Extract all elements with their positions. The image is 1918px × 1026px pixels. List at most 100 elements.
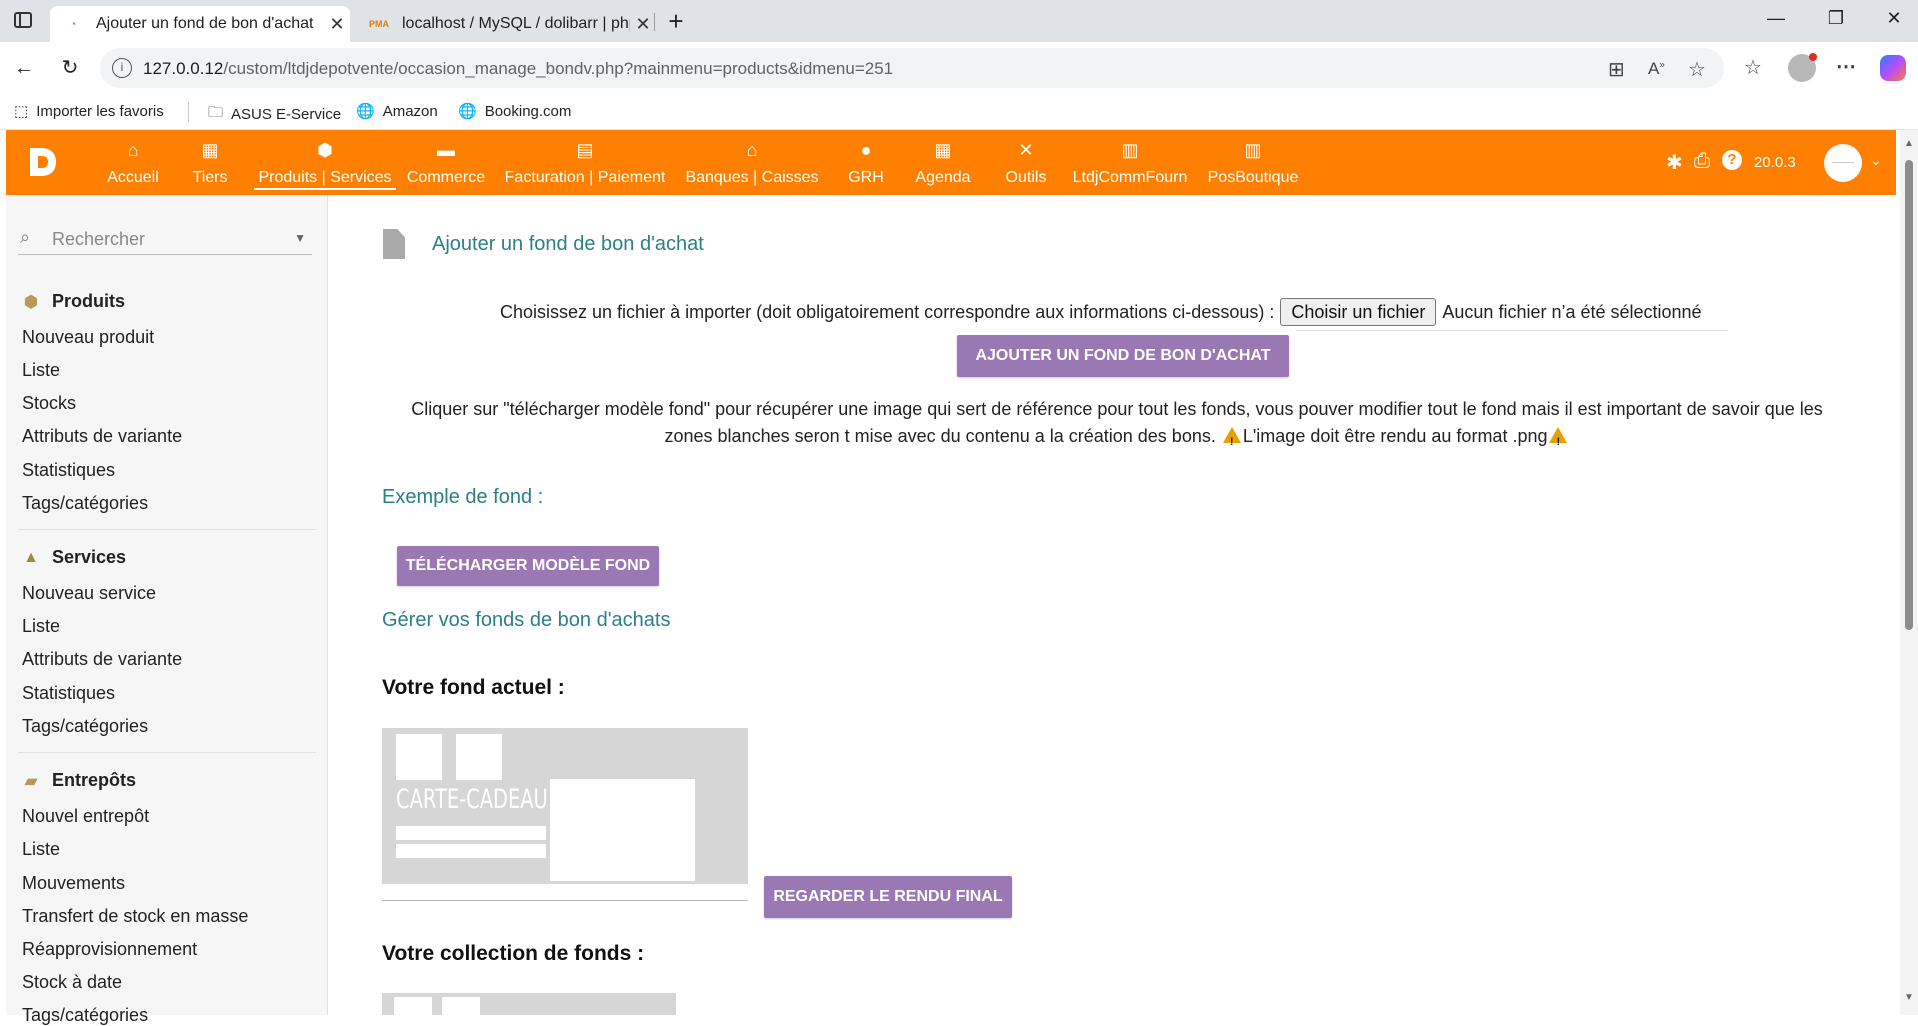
sidebar-item-transfert-stock[interactable]: Transfert de stock en masse [22, 906, 248, 927]
menu-grh[interactable]: ● GRH [840, 130, 892, 195]
scroll-down-icon[interactable]: ▼ [1904, 992, 1914, 1003]
add-background-button[interactable]: AJOUTER UN FOND DE BON D'ACHAT [957, 335, 1289, 377]
menu-agenda[interactable]: ▦ Agenda [910, 130, 976, 195]
url-bar[interactable]: i 127.0.0.12/custom/ltdjdepotvente/occas… [100, 48, 1724, 88]
sidebar-item-mouvements[interactable]: Mouvements [22, 873, 125, 894]
no-file-label: Aucun fichier n’a été sélectionné [1442, 301, 1702, 322]
sidebar-item-tags-entrepots[interactable]: Tags/catégories [22, 1005, 148, 1026]
menu-facturation[interactable]: ▤ Facturation | Paiement [500, 130, 670, 195]
menu-commerce[interactable]: ▬ Commerce [406, 130, 486, 195]
menu-tiers[interactable]: ▦ Tiers [182, 130, 238, 195]
sidebar-item-liste-produits[interactable]: Liste [22, 360, 60, 381]
sidebar-item-nouveau-produit[interactable]: Nouveau produit [22, 327, 154, 348]
restore-icon[interactable]: ❐ [1806, 8, 1866, 34]
app-available-icon[interactable]: ⊞ [1608, 57, 1625, 82]
user-avatar[interactable] [1824, 144, 1862, 182]
url-text[interactable]: 127.0.0.12/custom/ltdjdepotvente/occasio… [143, 59, 893, 79]
favorite-booking[interactable]: 🌐 Booking.com [458, 102, 571, 121]
close-tab-icon[interactable]: ✕ [630, 14, 656, 35]
sidebar-item-statistiques[interactable]: Statistiques [22, 460, 115, 481]
sidebar-item-statistiques-services[interactable]: Statistiques [22, 683, 115, 704]
choose-file-button[interactable]: Choisir un fichier [1280, 298, 1437, 326]
collection-background-preview[interactable] [382, 993, 676, 1015]
sidebar-item-nouvel-entrepot[interactable]: Nouvel entrepôt [22, 806, 149, 827]
voucher-white-zone [396, 844, 546, 858]
menu-accueil[interactable]: ⌂ Accueil [94, 130, 172, 195]
view-final-render-button[interactable]: REGARDER LE RENDU FINAL [764, 876, 1012, 918]
tab-current[interactable]: ◔ Ajouter un fond de bon d'achat ✕ [50, 6, 350, 42]
sidebar-item-attributs-variante-services[interactable]: Attributs de variante [22, 649, 182, 670]
bug-icon[interactable]: ✱ [1666, 150, 1683, 175]
site-info-icon[interactable]: i [112, 58, 132, 78]
page-scrollbar[interactable]: ▲ ▼ [1900, 130, 1918, 1015]
sidebar-item-attributs-variante[interactable]: Attributs de variante [22, 426, 182, 447]
search-icon: ⌕ [20, 227, 31, 247]
voucher-white-zone [456, 734, 502, 780]
close-tab-icon[interactable]: ✕ [324, 14, 350, 35]
current-background-preview[interactable]: CARTE-CADEAU [382, 728, 748, 884]
manage-backgrounds-link[interactable]: Gérer vos fonds de bon d'achats [382, 609, 670, 632]
minimize-icon[interactable]: — [1746, 8, 1806, 34]
sidebar-item-tags-services[interactable]: Tags/catégories [22, 716, 148, 737]
boxes-icon: ▰ [24, 772, 38, 790]
close-window-icon[interactable]: ✕ [1864, 8, 1918, 34]
address-toolbar: ← ↻ i 127.0.0.12/custom/ltdjdepotvente/o… [0, 42, 1918, 94]
import-favorites-link[interactable]: ⬚ Importer les favoris [14, 102, 164, 121]
chevron-down-icon[interactable]: ⌄ [1870, 152, 1882, 169]
user-tie-icon: ● [860, 140, 872, 160]
voucher-white-zone [396, 734, 442, 780]
sidebar-section-entrepots[interactable]: ▰ Entrepôts [22, 770, 136, 791]
cash-register-icon: ▥ [1244, 140, 1262, 160]
tab-actions-icon[interactable] [14, 12, 32, 28]
reload-icon[interactable]: ↻ [54, 52, 86, 84]
menu-produits-services[interactable]: ⬢ Produits | Services [254, 130, 396, 195]
favorite-star-icon[interactable]: ☆ [1688, 57, 1706, 82]
help-icon[interactable]: ? [1722, 150, 1742, 170]
sidebar-item-stock-a-date[interactable]: Stock à date [22, 972, 122, 993]
tools-icon: ✕ [1018, 140, 1034, 160]
menu-outils[interactable]: ✕ Outils [998, 130, 1054, 195]
new-tab-icon[interactable]: + [660, 6, 692, 36]
import-label: Choisissez un fichier à importer (doit o… [500, 301, 1275, 322]
folder-icon: 🗀 [208, 104, 224, 121]
tab-phpmyadmin[interactable]: PMA localhost / MySQL / dolibarr | php ✕ [356, 6, 656, 42]
menu-banques[interactable]: ⌂ Banques | Caisses [680, 130, 824, 195]
profile-avatar-icon[interactable] [1788, 53, 1817, 82]
sidebar-section-services[interactable]: ▲ Services [22, 547, 126, 568]
sidebar-section-produits[interactable]: ⬢ Produits [22, 291, 125, 312]
invoice-icon: ▤ [576, 140, 594, 160]
copilot-icon[interactable] [1880, 55, 1906, 81]
favorite-asus[interactable]: 🗀 ASUS E-Service [208, 102, 341, 127]
favorite-amazon[interactable]: 🌐 Amazon [356, 102, 438, 121]
sidebar-item-reapprovisionnement[interactable]: Réapprovisionnement [22, 939, 197, 960]
back-icon[interactable]: ← [8, 52, 40, 84]
dropdown-caret-icon[interactable]: ▼ [294, 231, 306, 245]
menu-ltdjcommfourn[interactable]: ▥ LtdjCommFourn [1070, 130, 1190, 195]
print-icon[interactable]: ⎙ [1694, 150, 1710, 173]
menu-posboutique[interactable]: ▥ PosBoutique [1204, 130, 1302, 195]
cube-icon: ⬢ [317, 140, 333, 160]
scrollbar-thumb[interactable] [1905, 160, 1913, 630]
sidebar-item-liste-services[interactable]: Liste [22, 616, 60, 637]
preview-divider [382, 900, 748, 901]
download-template-button[interactable]: TÉLÉCHARGER MODÈLE FOND [397, 546, 659, 586]
home-icon: ⌂ [127, 140, 139, 160]
sidebar-item-nouveau-service[interactable]: Nouveau service [22, 583, 156, 604]
tab-separator [654, 13, 655, 31]
file-input-underline [1296, 330, 1728, 331]
scroll-up-icon[interactable]: ▲ [1904, 138, 1914, 149]
sidebar-item-stocks[interactable]: Stocks [22, 393, 76, 414]
phpmyadmin-favicon-icon: PMA [369, 19, 389, 29]
warning-icon [1549, 427, 1568, 456]
page-title: Ajouter un fond de bon d'achat [432, 233, 704, 255]
cash-register-icon: ▥ [1121, 140, 1139, 160]
sidebar-item-tags[interactable]: Tags/catégories [22, 493, 148, 514]
favorites-icon[interactable]: ☆ [1744, 55, 1762, 80]
dolibarr-logo[interactable] [28, 146, 58, 178]
more-menu-icon[interactable]: ⋯ [1836, 54, 1856, 79]
read-aloud-icon[interactable]: A» [1648, 59, 1665, 79]
globe-icon: 🌐 [356, 103, 375, 120]
search-field[interactable]: ⌕ Rechercher ▼ [18, 225, 312, 255]
sidebar-item-liste-entrepots[interactable]: Liste [22, 839, 60, 860]
top-menu: ⌂ Accueil ▦ Tiers ⬢ Produits | Services … [6, 130, 1896, 195]
